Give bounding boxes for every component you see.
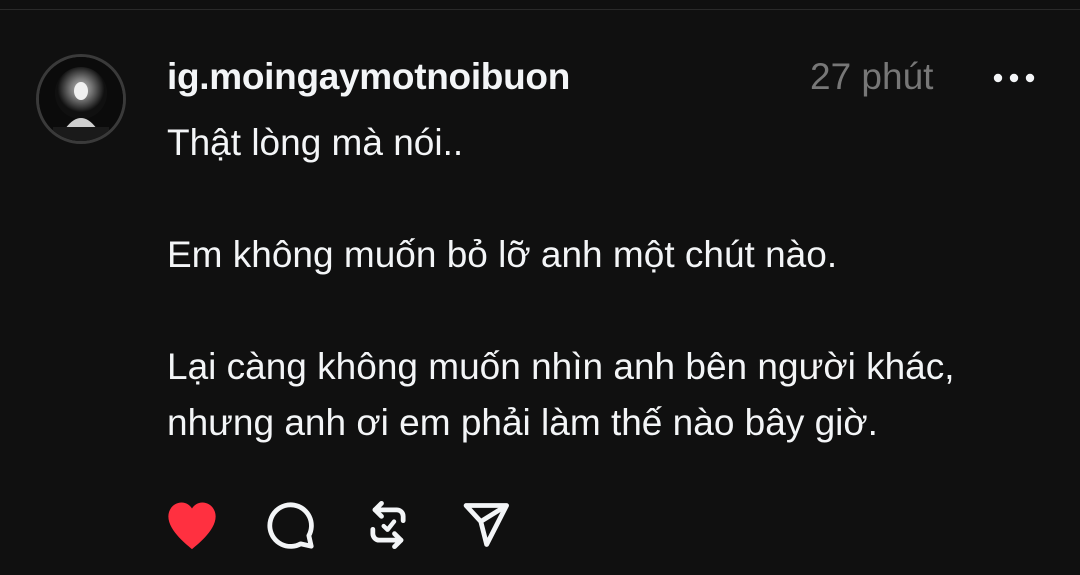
top-divider: [0, 9, 1080, 10]
post-text: Thật lòng mà nói.. Em không muốn bỏ lỡ a…: [167, 115, 1047, 451]
repost-icon: [370, 500, 406, 550]
action-bar: [160, 490, 552, 560]
heart-icon: [168, 502, 216, 550]
username[interactable]: ig.moingaymotnoibuon: [167, 56, 570, 98]
more-dots-icon[interactable]: [990, 64, 1038, 92]
avatar-image: [39, 57, 123, 141]
avatar[interactable]: [36, 54, 126, 144]
like-button[interactable]: [160, 493, 224, 557]
comment-button[interactable]: [258, 493, 322, 557]
send-icon: [463, 503, 509, 547]
share-button[interactable]: [454, 493, 518, 557]
repost-button[interactable]: [356, 493, 420, 557]
post-paragraph: Em không muốn bỏ lỡ anh một chút nào.: [167, 234, 838, 275]
post-paragraph: Thật lòng mà nói..: [167, 122, 464, 163]
post-paragraph: Lại càng không muốn nhìn anh bên người k…: [167, 346, 955, 443]
post-timestamp: 27 phút: [810, 56, 934, 97]
comment-icon: [267, 502, 314, 549]
